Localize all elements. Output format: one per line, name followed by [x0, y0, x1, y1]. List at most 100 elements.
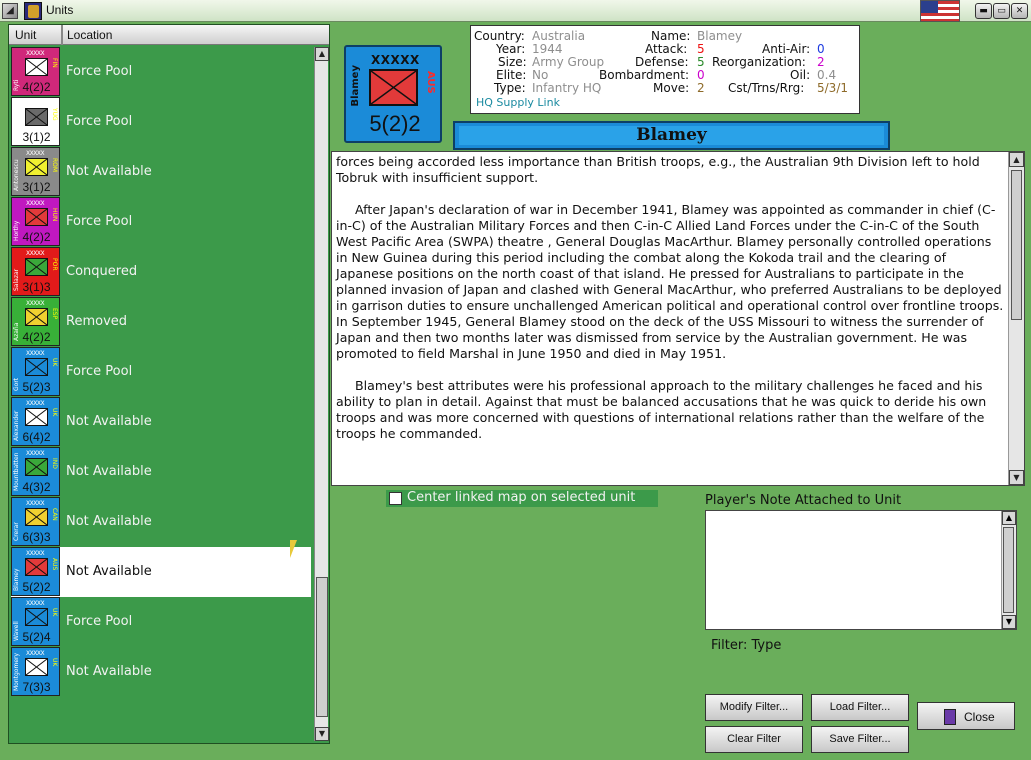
unit-strength: 3(1)2 — [22, 180, 51, 194]
unit-row[interactable]: XXXXX Salazar POR 3(1)3 Conquered — [11, 247, 311, 297]
center-map-checkbox[interactable] — [389, 492, 402, 505]
unit-type-icon — [25, 658, 48, 676]
close-window-button[interactable]: ✕ — [1011, 3, 1028, 19]
type-value: Infantry HQ — [532, 81, 602, 95]
unit-location: Not Available — [66, 664, 152, 679]
unit-row[interactable]: XXXXX Prince Paul YUG 3(1)2 Force Pool — [11, 97, 311, 147]
scroll-up-arrow-icon[interactable]: ▲ — [1009, 152, 1024, 167]
unit-type-icon — [25, 58, 48, 76]
unit-list-panel: Unit Location XXXXX Ryti FIN 4(2)2 Force Poo… — [8, 24, 330, 744]
scroll-down-arrow-icon[interactable]: ▼ — [1002, 615, 1016, 629]
cost-transport-rerange-label: Cst/Trns/Rrg: — [728, 81, 805, 95]
scroll-up-arrow-icon[interactable]: ▲ — [315, 47, 329, 61]
scroll-thumb[interactable] — [1003, 527, 1014, 613]
note-scrollbar[interactable]: ▲ ▼ — [1001, 511, 1016, 629]
oil-label: Oil: — [790, 68, 811, 82]
unit-size-symbol: XXXXX — [26, 600, 45, 607]
scroll-down-arrow-icon[interactable]: ▼ — [1009, 470, 1024, 485]
unit-counter: XXXXX Gort UK 5(2)3 — [11, 347, 60, 396]
close-door-icon — [944, 709, 956, 725]
unit-counter: XXXXX Azaña ESP 4(2)2 — [11, 297, 60, 346]
cost-transport-rerange-value: 5/3/1 — [817, 81, 848, 95]
unit-row[interactable]: XXXXX Antonescu ROM 3(1)2 Not Available — [11, 147, 311, 197]
close-button[interactable]: Close — [917, 702, 1015, 730]
unit-row[interactable]: XXXXX Montgomery UK 7(3)3 Not Available — [11, 647, 311, 697]
bio-paragraph: forces being accorded less importance th… — [336, 154, 980, 185]
unit-type-icon — [25, 458, 48, 476]
unit-size-symbol: XXXXX — [26, 50, 45, 57]
bombardment-label: Bombardment: — [599, 68, 689, 82]
unit-strength: 6(3)3 — [22, 530, 51, 544]
unit-row[interactable]: XXXXX Mountbatten IND 4(3)2 Not Available — [11, 447, 311, 497]
column-separator[interactable] — [61, 25, 63, 45]
oil-value: 0.4 — [817, 68, 837, 82]
scroll-thumb[interactable] — [1011, 170, 1022, 320]
scroll-thumb[interactable] — [316, 577, 328, 717]
unit-strength: 3(1)2 — [22, 130, 51, 144]
minimize-button[interactable]: ▬ — [975, 3, 992, 19]
infantry-hq-icon — [369, 69, 418, 106]
selected-unit-counter: XXXXX Blamey AUS 5(2)2 — [344, 45, 442, 143]
player-note-textarea[interactable]: ▲ ▼ — [705, 510, 1017, 630]
app-icon — [24, 2, 42, 20]
size-label: Size: — [498, 55, 527, 69]
unit-row[interactable]: XXXXX Gort UK 5(2)3 Force Pool — [11, 347, 311, 397]
unit-commander-name: Blamey — [350, 65, 361, 107]
clear-filter-button[interactable]: Clear Filter — [705, 726, 803, 753]
modify-filter-button[interactable]: Modify Filter... — [705, 694, 803, 721]
unit-size-symbol: XXXXX — [26, 500, 45, 507]
unit-location: Not Available — [66, 464, 152, 479]
column-header-location[interactable]: Location — [67, 28, 112, 42]
unit-row[interactable]: XXXXX Horthy HUN 4(2)2 Force Pool — [11, 197, 311, 247]
system-menu-icon[interactable]: ◢ — [2, 3, 18, 19]
restore-button[interactable]: ▭ — [993, 3, 1010, 19]
scroll-up-arrow-icon[interactable]: ▲ — [1002, 511, 1016, 525]
save-filter-button[interactable]: Save Filter... — [811, 726, 909, 753]
load-filter-button[interactable]: Load Filter... — [811, 694, 909, 721]
unit-row[interactable]: XXXXX Crerar CAN 6(3)3 Not Available — [11, 497, 311, 547]
unit-list-scrollbar[interactable]: ▲ ▼ — [314, 47, 329, 741]
antiair-value: 0 — [817, 42, 825, 56]
unit-row[interactable]: XXXXX Blamey AUS 5(2)2 Not Available — [11, 547, 311, 597]
us-flag-icon — [920, 0, 960, 22]
unit-row[interactable]: XXXXX Ryti FIN 4(2)2 Force Pool — [11, 47, 311, 97]
unit-type-icon — [25, 258, 48, 276]
biography-scrollbar[interactable]: ▲ ▼ — [1008, 152, 1024, 485]
reorganization-label: Reorganization: — [712, 55, 806, 69]
elite-label: Elite: — [496, 68, 527, 82]
unit-size-symbol: XXXXX — [26, 650, 45, 657]
unit-size-symbol: XXXXX — [26, 450, 45, 457]
name-value: Blamey — [697, 29, 743, 43]
bio-paragraph: After Japan's declaration of war in Dece… — [336, 202, 1004, 361]
unit-location: Not Available — [66, 164, 152, 179]
unit-row[interactable]: XXXXX Alexander UK 6(4)2 Not Available — [11, 397, 311, 447]
defense-value: 5 — [697, 55, 705, 69]
unit-type-icon — [25, 158, 48, 176]
unit-strength: 5(2)4 — [22, 630, 51, 644]
center-map-option[interactable]: Center linked map on selected unit — [386, 490, 658, 507]
hq-supply-link[interactable]: HQ Supply Link — [476, 96, 560, 109]
unit-location: Force Pool — [66, 214, 133, 229]
unit-strength: 6(4)2 — [22, 430, 51, 444]
unit-size-symbol: XXXXX — [371, 53, 420, 67]
unit-strength: 5(2)2 — [22, 580, 51, 594]
unit-counter: XXXXX Wavell UK 5(2)4 — [11, 597, 60, 646]
unit-type-icon — [25, 408, 48, 426]
unit-counter: XXXXX Salazar POR 3(1)3 — [11, 247, 60, 296]
unit-type-icon — [25, 358, 48, 376]
title-bar: ◢ Units ▬ ▭ ✕ — [0, 0, 1031, 22]
unit-counter: XXXXX Prince Paul YUG 3(1)2 — [11, 97, 60, 146]
unit-size-symbol: XXXXX — [26, 250, 45, 257]
unit-location: Force Pool — [66, 614, 133, 629]
country-label: Country: — [474, 29, 525, 43]
unit-row[interactable]: XXXXX Wavell UK 5(2)4 Force Pool — [11, 597, 311, 647]
unit-size-symbol: XXXXX — [26, 400, 45, 407]
unit-biography[interactable]: forces being accorded less importance th… — [331, 151, 1025, 486]
unit-strength: 4(2)2 — [22, 80, 51, 94]
unit-row[interactable]: XXXXX Azaña ESP 4(2)2 Removed — [11, 297, 311, 347]
unit-location: Force Pool — [66, 64, 133, 79]
scroll-down-arrow-icon[interactable]: ▼ — [315, 727, 329, 741]
unit-counter: XXXXX Blamey AUS 5(2)2 — [11, 547, 60, 596]
unit-counter: XXXXX Montgomery UK 7(3)3 — [11, 647, 60, 696]
column-header-unit[interactable]: Unit — [15, 28, 36, 42]
